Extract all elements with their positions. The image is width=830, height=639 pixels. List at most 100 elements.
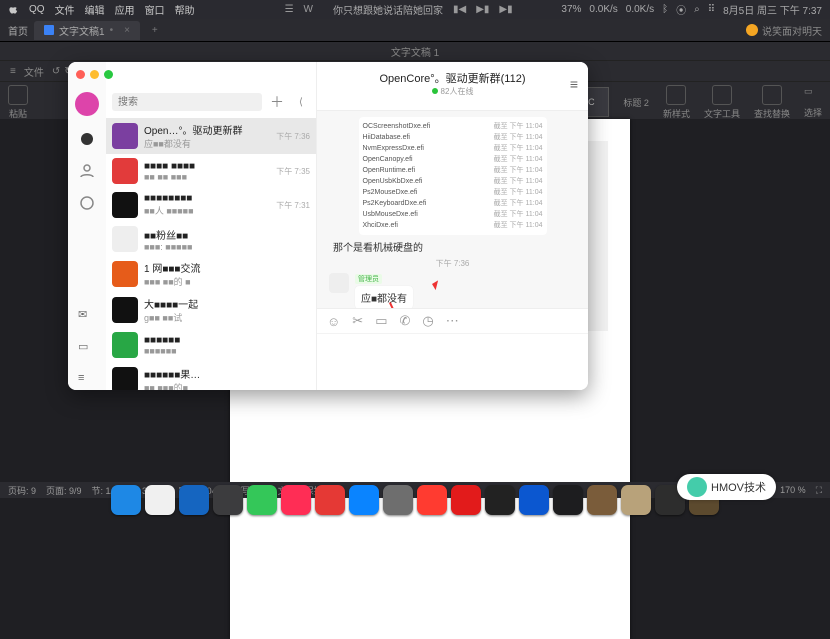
file-row[interactable]: OpenUsbKbDxe.efi截至 下午 11:04 xyxy=(363,176,543,187)
file-row[interactable]: Ps2MouseDxe.efi截至 下午 11:04 xyxy=(363,187,543,198)
dock-app-8[interactable] xyxy=(383,485,413,515)
tabbar-badge[interactable]: 说笑面对明天 xyxy=(746,23,822,38)
file-name: Ps2MouseDxe.efi xyxy=(363,187,418,198)
reply-message: 管理员 应■都没有 xyxy=(329,273,576,308)
dock-app-6[interactable] xyxy=(315,485,345,515)
user-avatar[interactable] xyxy=(75,92,99,116)
conv-avatar xyxy=(112,123,138,149)
ribbon-file[interactable]: 文件 xyxy=(24,64,44,79)
mail-icon[interactable]: ✉ xyxy=(78,308,96,326)
emoji-icon[interactable]: ☺ xyxy=(327,314,340,329)
file-row[interactable]: OpenCanopy.efi截至 下午 11:04 xyxy=(363,154,543,165)
search-input[interactable] xyxy=(112,93,262,111)
menu-app2[interactable]: 应用 xyxy=(115,2,135,17)
file-name: OpenRuntime.efi xyxy=(363,165,416,176)
tool-texttool[interactable]: 文字工具 xyxy=(704,85,740,120)
menu-edit[interactable]: 编辑 xyxy=(85,2,105,17)
wifi-icon[interactable]: ⦿ xyxy=(676,2,686,17)
contacts-icon[interactable] xyxy=(78,162,96,180)
conversation-item[interactable]: ■■■■ ■■■■■■ ■■ ■■■ 下午 7:35 xyxy=(106,154,316,188)
spotlight-icon[interactable]: ⌕ xyxy=(694,4,700,15)
media-play-icon[interactable]: ▶▮ xyxy=(476,4,489,15)
chat-menu-icon[interactable]: ≡ xyxy=(570,76,578,92)
media-prev-icon[interactable]: ▮◀ xyxy=(453,4,466,15)
tool-paste[interactable]: 粘贴 xyxy=(8,85,28,120)
watermark-avatar xyxy=(687,477,707,497)
more-icon[interactable]: ≡ xyxy=(78,372,96,390)
file-name: OCScreenshotDxe.efi xyxy=(363,121,431,132)
reply-avatar[interactable] xyxy=(329,273,349,293)
chat-icon[interactable] xyxy=(78,130,96,148)
dock-app-9[interactable] xyxy=(417,485,447,515)
watermark-bubble[interactable]: HMOV技术 xyxy=(677,474,776,500)
file-row[interactable]: HiiDatabase.efi截至 下午 11:04 xyxy=(363,132,543,143)
search-row: ＋ ⟨ xyxy=(112,90,310,114)
conversation-item[interactable]: ■■■■■■■■■■人 ■■■■■ 下午 7:31 xyxy=(106,188,316,222)
tab-add[interactable]: + xyxy=(152,25,158,36)
dock-app-10[interactable] xyxy=(451,485,481,515)
dock-app-3[interactable] xyxy=(213,485,243,515)
conv-avatar xyxy=(112,261,138,287)
menu-help[interactable]: 帮助 xyxy=(175,2,195,17)
file-meta: 截至 下午 11:04 xyxy=(494,132,543,143)
call-icon[interactable]: ✆ xyxy=(399,313,410,329)
conversation-item[interactable]: 1 网■■■交流■■■ ■■的 ■ xyxy=(106,256,316,292)
tool-findreplace[interactable]: 查找替换 xyxy=(754,85,790,120)
conv-time: 下午 7:35 xyxy=(276,166,310,177)
media-next-icon[interactable]: ▶▮ xyxy=(499,4,512,15)
conv-subtitle: ■■■: ■■■■■ xyxy=(144,242,304,252)
conv-avatar xyxy=(112,192,138,218)
apple-icon[interactable] xyxy=(8,4,19,15)
dock-app-1[interactable] xyxy=(145,485,175,515)
dock-app-12[interactable] xyxy=(519,485,549,515)
conversation-item[interactable]: ■■■■■■■■■■■■ xyxy=(106,328,316,362)
conversation-item[interactable]: 大■■■■一起g■■ ■■试 xyxy=(106,292,316,328)
file-row[interactable]: OpenRuntime.efi截至 下午 11:04 xyxy=(363,165,543,176)
tab-home[interactable]: 首页 xyxy=(8,23,28,38)
menu-app[interactable]: QQ xyxy=(29,4,45,15)
conversation-item[interactable]: Open…°。驱动更新群应■■都没有 下午 7:36 xyxy=(106,118,316,154)
more-tools-icon[interactable]: ⋯ xyxy=(446,313,459,329)
dock-app-0[interactable] xyxy=(111,485,141,515)
conversation-item[interactable]: ■■粉丝■■■■■: ■■■■■ xyxy=(106,222,316,256)
dock-app-2[interactable] xyxy=(179,485,209,515)
menu-file[interactable]: 文件 xyxy=(55,2,75,17)
net-down: 0.0K/s xyxy=(626,4,654,15)
tool-select[interactable]: ▭选择 xyxy=(804,86,822,119)
dock-app-15[interactable] xyxy=(621,485,651,515)
file-row[interactable]: OCScreenshotDxe.efi截至 下午 11:04 xyxy=(363,121,543,132)
file-row[interactable]: UsbMouseDxe.efi截至 下午 11:04 xyxy=(363,209,543,220)
tab-document[interactable]: 文字文稿1•× xyxy=(34,21,140,40)
folder-icon[interactable]: ▭ xyxy=(78,340,96,358)
menu-window[interactable]: 窗口 xyxy=(145,2,165,17)
dock-app-11[interactable] xyxy=(485,485,515,515)
dock-app-13[interactable] xyxy=(553,485,583,515)
list-collapse-icon[interactable]: ⟨ xyxy=(292,93,310,111)
scissors-icon[interactable]: ✂ xyxy=(352,313,363,329)
history-icon[interactable]: ◷ xyxy=(422,313,433,329)
dock-app-14[interactable] xyxy=(587,485,617,515)
new-chat-button[interactable]: ＋ xyxy=(268,93,286,111)
window-traffic-lights[interactable] xyxy=(76,70,113,79)
dock-app-7[interactable] xyxy=(349,485,379,515)
file-row[interactable]: NvmExpressDxe.efi截至 下午 11:04 xyxy=(363,143,543,154)
conv-subtitle: g■■ ■■试 xyxy=(144,311,304,324)
undo-icon[interactable]: ↺ xyxy=(52,66,60,77)
conversation-list: ＋ ⟨ Open…°。驱动更新群应■■都没有 下午 7:36 ■■■■ ■■■■… xyxy=(106,62,317,390)
chat-input[interactable] xyxy=(317,333,588,390)
tool-newstyle[interactable]: 新样式 xyxy=(663,85,690,120)
conversation-item[interactable]: ■■■■■■果…■■ ■■■的■ xyxy=(106,362,316,390)
conv-avatar xyxy=(112,297,138,323)
discover-icon[interactable] xyxy=(78,194,96,212)
file-row[interactable]: XhciDxe.efi截至 下午 11:04 xyxy=(363,220,543,231)
image-icon[interactable]: ▭ xyxy=(375,313,387,329)
dock-app-4[interactable] xyxy=(247,485,277,515)
doc-titlebar: 文字文稿 1 xyxy=(0,42,830,61)
dock-app-5[interactable] xyxy=(281,485,311,515)
file-list-card[interactable]: OCScreenshotDxe.efi截至 下午 11:04HiiDatabas… xyxy=(359,117,547,235)
file-row[interactable]: Ps2KeyboardDxe.efi截至 下午 11:04 xyxy=(363,198,543,209)
menu-hamburger-icon[interactable]: ≡ xyxy=(10,66,16,77)
chat-messages[interactable]: OCScreenshotDxe.efi截至 下午 11:04HiiDatabas… xyxy=(317,111,588,308)
bluetooth-icon[interactable]: ᛒ xyxy=(662,4,668,15)
control-center-icon[interactable]: ⠿ xyxy=(708,4,715,15)
